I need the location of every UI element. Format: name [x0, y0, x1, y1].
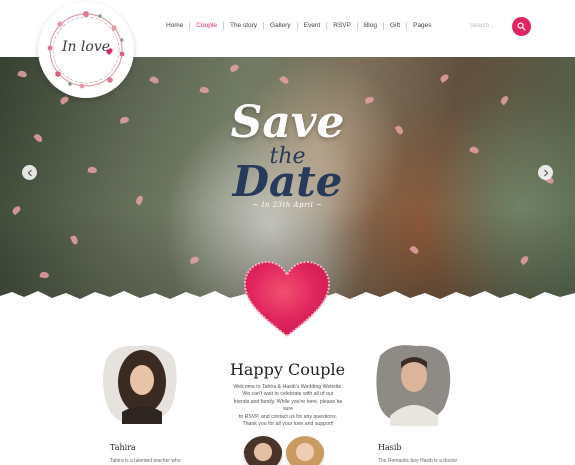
bride-name: Tahira: [110, 443, 136, 452]
search-button[interactable]: [512, 17, 531, 36]
groom-description: The Romantic boy Hasib is a doctor: [378, 458, 458, 464]
bride-description: Tahira is a talented teacher who: [110, 458, 181, 464]
chevron-right-icon: [543, 169, 548, 176]
main-nav: Home Couple The story Gallery Event RSVP…: [160, 22, 438, 30]
chevron-left-icon: [27, 169, 32, 176]
nav-item-pages[interactable]: Pages: [407, 22, 437, 30]
nav-item-event[interactable]: Event: [298, 22, 328, 30]
nav-item-gift[interactable]: Gift: [384, 22, 408, 30]
nav-item-couple[interactable]: Couple: [190, 22, 224, 30]
search-icon: [517, 22, 526, 31]
bride-mini-photo: [285, 436, 325, 465]
intro-line: to RSVP, and contact us for any question…: [238, 413, 338, 420]
groom-portrait: [372, 340, 454, 428]
hero-subtitle: ~ In 23th April ~: [252, 201, 323, 209]
intro-line: Thank you for all your love and support!: [242, 421, 334, 428]
nav-item-the-story[interactable]: The story: [224, 22, 265, 30]
intro-line: Welcome to Tahira & Hasib's Wedding Webs…: [233, 384, 343, 390]
intro-line: friends and family. While you're here, p…: [233, 398, 343, 413]
heart-icon: [243, 260, 331, 338]
groom-mini-photo: [243, 436, 283, 465]
nav-item-home[interactable]: Home: [160, 22, 191, 30]
groom-name: Hasib: [378, 443, 402, 452]
search-input[interactable]: [470, 20, 508, 32]
nav-item-rsvp[interactable]: RSVP: [327, 22, 358, 30]
nav-item-blog[interactable]: Blog: [358, 22, 384, 30]
bride-photo: [103, 345, 177, 425]
couple-intro-text: Welcome to Tahira & Hasib's Wedding Webs…: [232, 384, 344, 428]
logo-text: In love: [61, 39, 111, 55]
intro-line: We can't wait to celebrate with all of o…: [242, 391, 334, 398]
couple-section-title: Happy Couple: [229, 360, 346, 379]
nav-item-gallery[interactable]: Gallery: [264, 22, 298, 30]
slider-next-button[interactable]: [538, 165, 553, 180]
bride-portrait: [100, 340, 182, 428]
hero-title-save: Save: [230, 97, 345, 148]
groom-photo: [376, 345, 451, 426]
slider-prev-button[interactable]: [22, 165, 37, 180]
site-logo[interactable]: In love: [38, 2, 134, 98]
hero-title-date: Date: [232, 157, 343, 206]
